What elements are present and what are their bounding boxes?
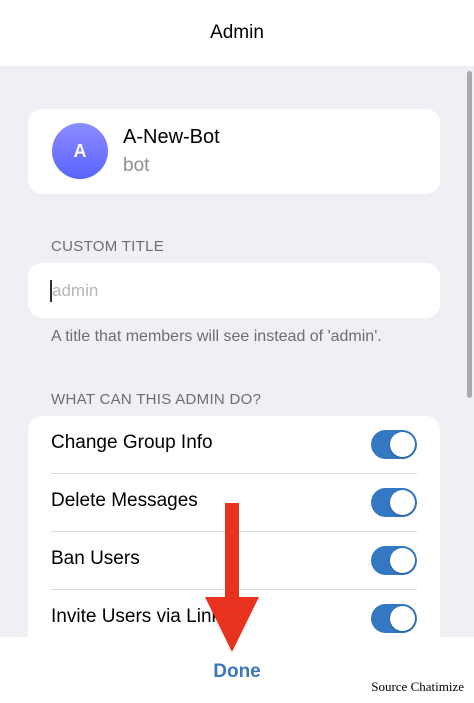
page-title: Admin	[210, 22, 264, 43]
permission-label: Change Group Info	[51, 432, 213, 453]
custom-title-input[interactable]	[52, 275, 412, 307]
permission-row-ban-users[interactable]: Ban Users	[28, 532, 440, 590]
bot-profile-card: A A-New-Bot bot	[28, 109, 440, 194]
custom-title-hint: A title that members will see instead of…	[51, 328, 382, 345]
source-watermark: Source Chatimize	[371, 679, 464, 694]
toggle-knob	[390, 548, 415, 573]
bot-name: A-New-Bot	[123, 126, 220, 148]
permission-row-delete-messages[interactable]: Delete Messages	[28, 474, 440, 532]
avatar-letter: A	[73, 140, 87, 161]
invite-users-toggle[interactable]	[371, 604, 417, 633]
delete-messages-toggle[interactable]	[371, 488, 417, 517]
scrollbar[interactable]	[467, 71, 472, 398]
settings-scroll-area[interactable]: A A-New-Bot bot CUSTOM TITLE A title tha…	[0, 66, 474, 637]
bot-subtitle: bot	[123, 155, 150, 176]
custom-title-section-label: CUSTOM TITLE	[51, 238, 165, 255]
permissions-section-label: WHAT CAN THIS ADMIN DO?	[51, 391, 262, 408]
change-group-info-toggle[interactable]	[371, 430, 417, 459]
toggle-knob	[390, 606, 415, 631]
permissions-card: Change Group Info Delete Messages Ban Us…	[28, 416, 440, 637]
permission-row-invite-users[interactable]: Invite Users via Link	[28, 590, 440, 637]
custom-title-card	[28, 263, 440, 318]
nav-header: Admin	[0, 0, 474, 66]
toggle-knob	[390, 490, 415, 515]
permission-label: Ban Users	[51, 548, 140, 569]
bottom-bar: Done Source Chatimize	[0, 637, 474, 703]
permission-row-change-group-info[interactable]: Change Group Info	[28, 416, 440, 474]
avatar: A	[52, 123, 108, 179]
permission-label: Invite Users via Link	[51, 606, 222, 627]
permission-label: Delete Messages	[51, 490, 198, 511]
ban-users-toggle[interactable]	[371, 546, 417, 575]
toggle-knob	[390, 432, 415, 457]
